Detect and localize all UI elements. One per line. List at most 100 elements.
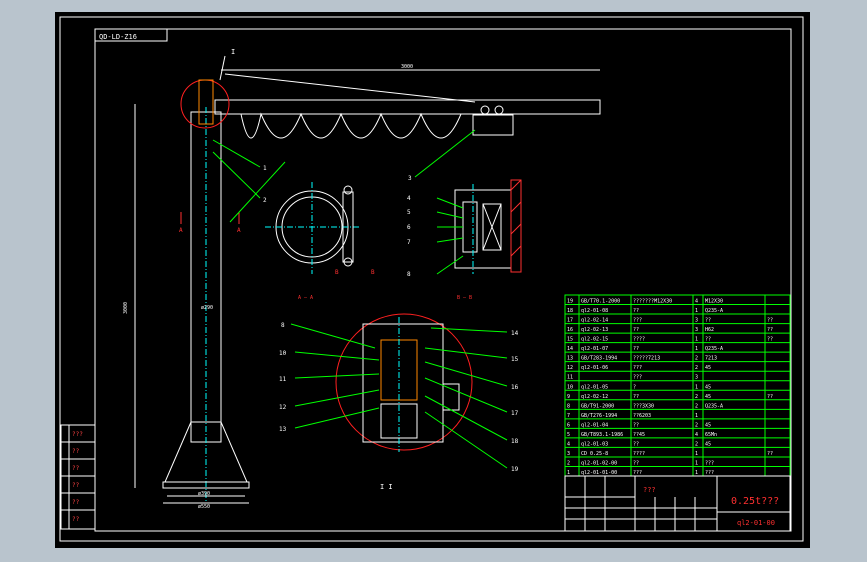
bom-cell: 2 <box>695 394 698 400</box>
bom-cell: ql2-02-15 <box>581 337 608 343</box>
detail-circle-i <box>180 79 230 129</box>
bom-cell: 1 <box>695 470 698 476</box>
callout: 1 <box>263 165 267 172</box>
section-i-label: I I <box>380 483 393 491</box>
bom-cell: ??? <box>633 318 642 324</box>
revision-label: ?? <box>72 465 80 472</box>
side-bracket <box>442 383 460 411</box>
section-b-view: 4 5 6 7 8 B — B <box>407 179 522 301</box>
bom-cell: ?????7213 <box>633 356 660 362</box>
bom-cell: ?? <box>633 460 639 466</box>
wheel <box>343 185 353 195</box>
bom-cell: 45 <box>705 422 711 428</box>
bom-cell: ? <box>633 384 636 390</box>
bom-cell: 1 <box>695 413 698 419</box>
bom-cell: ql2-01-05 <box>581 384 608 390</box>
bom-cell: ??6203 <box>633 413 651 419</box>
bom-cell: 3 <box>695 318 698 324</box>
callout: 7 <box>407 239 411 246</box>
bom-cell: M12X30 <box>705 299 723 305</box>
callout: 4 <box>407 195 411 202</box>
callout-leader <box>294 407 380 429</box>
callout-leader <box>436 197 464 209</box>
hoist <box>472 114 514 136</box>
bom-cell: 5 <box>567 432 570 438</box>
bom-cell: ??? <box>633 375 642 381</box>
bom-cell: 45 <box>705 394 711 400</box>
bom-cell: ??? <box>633 470 642 476</box>
section-a-view: B B A — A <box>265 182 375 301</box>
bom-cell: H62 <box>705 327 714 333</box>
callout-leader <box>424 377 508 413</box>
leader <box>219 55 226 81</box>
bom-cell: 7 <box>567 413 570 419</box>
bom-cell: 3 <box>695 375 698 381</box>
revision-label: ?? <box>72 516 80 523</box>
bom-cell: GB/T276-1994 <box>581 413 617 419</box>
bom-cell: 15 <box>567 337 573 343</box>
bom-cell: ??? <box>705 460 714 466</box>
title-block-title: 0.25t??? <box>731 496 779 507</box>
bom-cell: 2 <box>695 422 698 428</box>
bom-cell: 11 <box>567 375 573 381</box>
bom-cell: ?? <box>633 308 639 314</box>
callout-leader <box>212 139 261 168</box>
callout: 17 <box>511 410 519 417</box>
bom-cell: GB/T70.1-2000 <box>581 299 620 305</box>
bom-cell: 12 <box>567 365 573 371</box>
bom-cell: Q235-A <box>705 308 723 314</box>
revision-label: ?? <box>72 499 80 506</box>
cad-drawing: QD-LD-Z16 ??? ?? ?? ?? ?? ?? I 3000 3000… <box>59 16 804 542</box>
bom-cell: GB/T283-1994 <box>581 356 617 362</box>
bom-cell: 4 <box>567 441 570 447</box>
bom-cell: ???3X30 <box>633 403 654 409</box>
bom-cell: 45 <box>705 384 711 390</box>
section-mark-b: B <box>335 269 339 276</box>
bom-cell: ???? <box>633 451 645 457</box>
bom-cell: 14 <box>567 346 573 352</box>
bom-cell: 2 <box>567 460 570 466</box>
trolley-wheel <box>480 105 490 115</box>
callout-leader <box>424 347 508 359</box>
bom-cell: 45 <box>705 365 711 371</box>
section-b-label: B — B <box>457 295 472 301</box>
bom-cell: 1 <box>695 308 698 314</box>
callout: 8 <box>407 271 411 278</box>
section-mark-a: A <box>179 227 183 234</box>
code-box-text: QD-LD-Z16 <box>99 33 137 41</box>
callout: 15 <box>511 356 519 363</box>
bom-cell: ?? <box>767 327 773 333</box>
callout: 2 <box>263 197 267 204</box>
bom-cell: 7213 <box>705 356 717 362</box>
bom-cell: ?? <box>633 394 639 400</box>
tie-rod <box>224 73 476 103</box>
bom-cell: Q235-A <box>705 403 723 409</box>
hatch <box>510 201 522 213</box>
callout: 11 <box>279 376 287 383</box>
bom-cell: 6 <box>567 422 570 428</box>
dim-base-mid: ø390 <box>198 491 210 497</box>
bom-cell: 65Mn <box>705 432 717 438</box>
bom-cell: ql2-01-06 <box>581 365 608 371</box>
dim-column-height: 3000 <box>123 302 129 314</box>
hatch <box>510 223 522 235</box>
detail-i-view: I I 8 10 11 12 13 14 15 16 17 18 19 <box>279 313 519 491</box>
section-mark-b: B <box>371 269 375 276</box>
drawing-viewport[interactable]: QD-LD-Z16 ??? ?? ?? ?? ?? ?? I 3000 3000… <box>55 12 810 548</box>
revision-label: ??? <box>72 431 83 438</box>
callout: 10 <box>279 350 287 357</box>
bom-cell: 2 <box>695 356 698 362</box>
bom-cell: ??45 <box>633 432 645 438</box>
festoon-cable <box>240 112 462 139</box>
callout: 18 <box>511 438 519 445</box>
callout-leader <box>430 327 508 333</box>
bom-cell: ?? <box>633 422 639 428</box>
bom-cell: 13 <box>567 356 573 362</box>
bom-cell: ?? <box>767 451 773 457</box>
bom-cell: ?? <box>633 441 639 447</box>
dim-base-top: ø290 <box>201 305 213 311</box>
slewing-bearing <box>198 79 214 125</box>
bearing-block <box>462 201 478 253</box>
bom-cell: ???????M12X30 <box>633 299 672 305</box>
section-a-label: A — A <box>298 295 313 301</box>
